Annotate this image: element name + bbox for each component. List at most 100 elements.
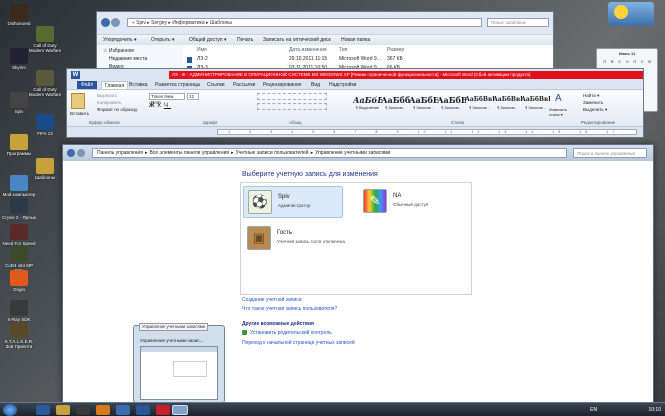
word-logo-icon[interactable]: W <box>71 71 80 79</box>
desktop-icon[interactable]: CoD4 x64 MP Only <box>2 246 36 273</box>
what-is-account-link[interactable]: Что такое учетная запись пользователя? <box>242 306 337 312</box>
file-size: 367 КБ <box>387 56 403 62</box>
explorer-taskbar-icon[interactable] <box>56 405 70 415</box>
clock[interactable]: 10:10 <box>648 407 661 413</box>
desktop-icon[interactable]: FIFA 13 <box>28 114 62 136</box>
col-type[interactable]: Тип <box>339 47 347 53</box>
create-account-link[interactable]: Создание учетной записи <box>242 297 302 303</box>
shortcut-icon <box>10 224 28 240</box>
breadcrumb-item[interactable]: Управление учетными записями <box>315 150 390 156</box>
replace-button[interactable]: Заменить <box>583 100 603 105</box>
col-name[interactable]: Имя <box>197 47 207 53</box>
tab-file[interactable]: Файл <box>77 81 98 89</box>
opera-icon[interactable] <box>156 405 170 415</box>
shortcut-icon <box>10 198 28 214</box>
account-na[interactable]: ✎ NA Обычный доступ <box>359 186 459 218</box>
nav-item-recent[interactable]: Недавние места <box>97 54 183 62</box>
chevron-right-icon[interactable]: ▸ <box>145 150 148 156</box>
chevron-right-icon[interactable]: ▸ <box>231 150 234 156</box>
align-buttons[interactable] <box>257 103 327 110</box>
account-spiv[interactable]: ⚽ Spiv Администратор <box>243 186 343 218</box>
desktop-icon[interactable]: S.T.A.L.K.E.R. Зов Припяти <box>2 322 36 349</box>
paste-icon[interactable] <box>71 93 85 109</box>
style-name: ¶ Заголов... <box>441 106 462 110</box>
underline-icon[interactable]: Ч <box>164 103 171 109</box>
style-item[interactable]: АаБбВ ¶ Выделение <box>353 94 382 116</box>
font-name-select[interactable]: Times New Rom <box>149 93 185 105</box>
style-sample: АаБбВвГ <box>493 96 522 103</box>
nav-item-favorites[interactable]: ☆ Избранное <box>97 45 183 54</box>
breadcrumb[interactable]: Панель управления ▸ Все элементы панели уп… <box>92 148 567 158</box>
breadcrumb-item[interactable]: Учетные записи пользователей <box>236 150 309 156</box>
editing-group-label: Редактирование <box>581 120 616 125</box>
weekday-label: В <box>648 59 652 64</box>
app-icon[interactable] <box>96 405 110 415</box>
accounts-home-link[interactable]: Переход к начальной странице учетных зап… <box>242 340 355 346</box>
tab-page-layout[interactable]: Разметка страницы <box>155 81 200 89</box>
style-item[interactable]: АаБбЕ ¶ Заголов... <box>409 94 438 116</box>
taskbar-thumbnail[interactable]: Управление учетными запис... <box>133 325 225 403</box>
font-size-select[interactable]: 12 <box>187 93 199 100</box>
thumbnail-preview[interactable] <box>140 346 218 400</box>
tab-mailings[interactable]: Рассылки <box>233 81 255 89</box>
table-row[interactable]: ЛЗ-2 29.10.2011 11:15 Microsoft Word 9..… <box>183 56 553 64</box>
find-button[interactable]: Найти ▾ <box>583 93 599 99</box>
paste-button[interactable]: Вставить <box>70 111 89 116</box>
tab-review[interactable]: Рецензирование <box>263 81 302 89</box>
forward-icon[interactable] <box>111 18 121 27</box>
back-icon[interactable] <box>67 149 75 157</box>
desktop-icon[interactable]: Мой компьютер <box>2 175 36 197</box>
change-styles-button[interactable]: Изменить стили ▾ <box>549 107 575 117</box>
desktop-icon[interactable]: Программы <box>2 134 36 156</box>
account-guest[interactable]: ▣ Гость Учетная запись гостя отключена <box>243 223 373 255</box>
parental-control-icon <box>242 330 247 335</box>
breadcrumb-item[interactable]: Все элементы панели управления <box>149 150 229 156</box>
list-buttons[interactable] <box>257 93 327 100</box>
ie-icon[interactable] <box>36 405 50 415</box>
search-input[interactable]: Поиск в панели управления <box>573 148 647 158</box>
style-item[interactable]: АаБбВвГ ¶ Заголов... <box>493 94 522 116</box>
col-date[interactable]: Дата изменения <box>289 47 327 53</box>
control-panel-taskbar-icon[interactable] <box>172 405 188 415</box>
font-format-buttons[interactable]: ЖКЧ <box>149 103 171 109</box>
parental-control-link[interactable]: Установить родительский контроль <box>250 330 332 336</box>
format-painter-button[interactable]: Формат по образцу <box>97 107 137 112</box>
style-item[interactable]: АаБбВвГ ¶ Заголов... <box>521 94 550 116</box>
shortcut-icon <box>10 134 28 150</box>
desktop-icon[interactable]: Skyrim <box>2 48 36 70</box>
file-name: ЛЗ-2 <box>197 56 208 62</box>
chevron-right-icon[interactable]: ▸ <box>311 150 314 156</box>
shortcut-icon <box>36 26 54 42</box>
language-indicator[interactable]: EN <box>590 407 597 413</box>
col-size[interactable]: Размер <box>387 47 404 53</box>
ruler[interactable]: · 1 · 2 · 3 · 4 · 5 · 6 · 7 · 8 · 9 · 10… <box>217 129 637 135</box>
style-item[interactable]: АаБбВ ¶ Заголов... <box>437 94 466 116</box>
desktop-icon[interactable]: Origin <box>2 270 36 292</box>
style-item[interactable]: АаБбб ¶ Заголов... <box>381 94 410 116</box>
search-input[interactable]: Поиск: Шаблоны <box>487 18 549 27</box>
forward-icon[interactable] <box>77 149 85 157</box>
word-taskbar-icon[interactable] <box>136 405 150 415</box>
weather-gadget[interactable] <box>608 2 654 26</box>
app-icon[interactable] <box>116 405 130 415</box>
tab-view[interactable]: Вид <box>311 81 320 89</box>
start-button[interactable] <box>3 404 17 416</box>
desktop-icon[interactable]: Dishonored <box>2 4 36 26</box>
cut-button[interactable]: Вырезать <box>97 93 117 98</box>
desktop-icon[interactable]: Spiv <box>2 92 36 114</box>
copy-button[interactable]: Копировать <box>97 100 121 105</box>
desktop-icon[interactable]: Crysis 2 - Ярлык <box>2 198 36 220</box>
tab-references[interactable]: Ссылки <box>207 81 225 89</box>
style-item[interactable]: АаБбВвГ ¶ Заголов... <box>465 94 494 116</box>
breadcrumb-item[interactable]: Панель управления <box>97 150 143 156</box>
shortcut-icon <box>10 300 28 316</box>
back-icon[interactable] <box>101 18 110 27</box>
select-button[interactable]: Выделить ▾ <box>583 107 607 113</box>
tab-addins[interactable]: Надстройки <box>329 81 356 89</box>
word-window[interactable]: W ЛЗ - III - АДМИНИСТРИРОВАНИЕ В ОПЕРАЦИ… <box>66 68 644 138</box>
tab-insert[interactable]: Вставка <box>129 81 148 89</box>
nav-buttons[interactable] <box>101 18 123 27</box>
media-player-icon[interactable] <box>76 405 90 415</box>
address-bar[interactable]: « Spiv ▸ Sergey ▸ Информатика ▸ Шаблоны <box>127 18 482 27</box>
change-styles-icon[interactable]: A <box>555 94 567 104</box>
